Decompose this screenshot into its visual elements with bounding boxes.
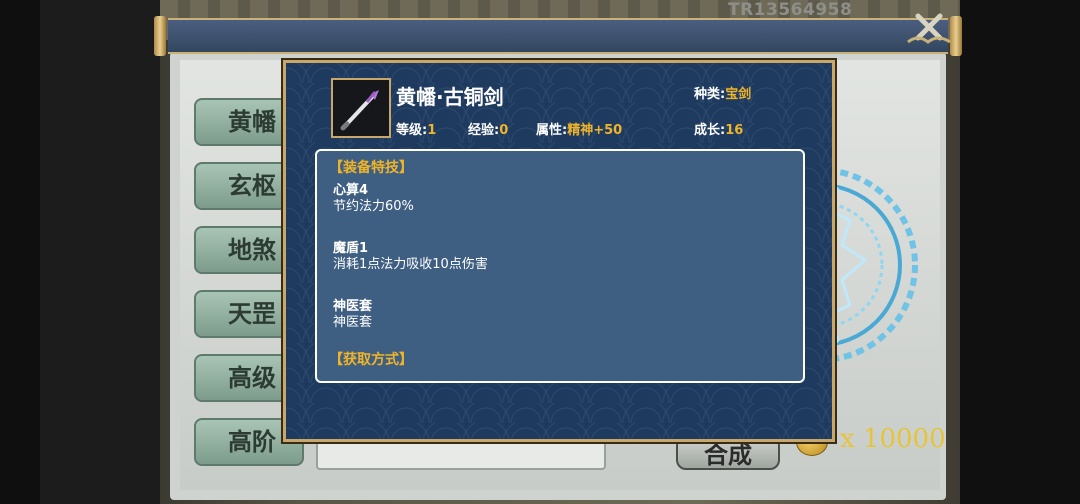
item-description-box[interactable]: 【装备特技】 心算4 节约法力60% 魔盾1 消耗1点法力吸收10点伤害 神医套…	[315, 149, 805, 383]
type-label: 种类:	[694, 87, 726, 102]
scene-right-edge	[960, 0, 1080, 504]
item-tooltip-dialog: 黄幡·古铜剑 种类:宝剑 等级:1 经验:0 属性:精神+50 成长:16 【装…	[283, 60, 835, 442]
skill-name: 心算4	[333, 183, 369, 198]
type-value: 宝剑	[725, 87, 752, 102]
skill-entry: 神医套 神医套	[333, 299, 803, 331]
growth-label: 成长:	[694, 123, 726, 138]
section-title-skills: 【装备特技】	[329, 160, 413, 176]
item-name: 黄幡·古铜剑	[396, 85, 504, 109]
skill-name: 魔盾1	[333, 241, 369, 256]
coin-count: x 10000	[840, 424, 946, 454]
item-attribute: 属性:精神+50	[536, 119, 622, 138]
material-input-field[interactable]	[316, 438, 606, 470]
player-code: TR13564958	[728, 0, 853, 20]
exp-value: 0	[499, 123, 509, 138]
item-level: 等级:1	[396, 119, 436, 138]
mandala-decoration	[820, 167, 918, 363]
section-title-source: 【获取方式】	[329, 352, 413, 368]
attr-label: 属性:	[536, 123, 568, 138]
skill-desc: 节约法力60%	[333, 199, 414, 214]
item-type: 种类:宝剑	[694, 83, 751, 102]
scene-left-strip	[40, 0, 160, 504]
skill-entry: 魔盾1 消耗1点法力吸收10点伤害	[333, 241, 803, 273]
growth-value: 16	[725, 123, 744, 138]
sword-icon	[331, 78, 391, 138]
scroll-cap-left	[154, 16, 166, 56]
panel-scroll-header	[154, 16, 962, 56]
item-growth: 成长:16	[694, 119, 743, 138]
attr-value: 精神+50	[567, 123, 623, 138]
level-label: 等级:	[396, 123, 428, 138]
close-icon[interactable]	[904, 8, 954, 48]
item-exp: 经验:0	[468, 119, 508, 138]
skill-name: 神医套	[333, 299, 373, 314]
level-value: 1	[427, 123, 437, 138]
exp-label: 经验:	[468, 123, 500, 138]
skill-entry: 心算4 节约法力60%	[333, 183, 803, 215]
skill-desc: 消耗1点法力吸收10点伤害	[333, 257, 488, 272]
skill-desc: 神医套	[333, 315, 373, 330]
